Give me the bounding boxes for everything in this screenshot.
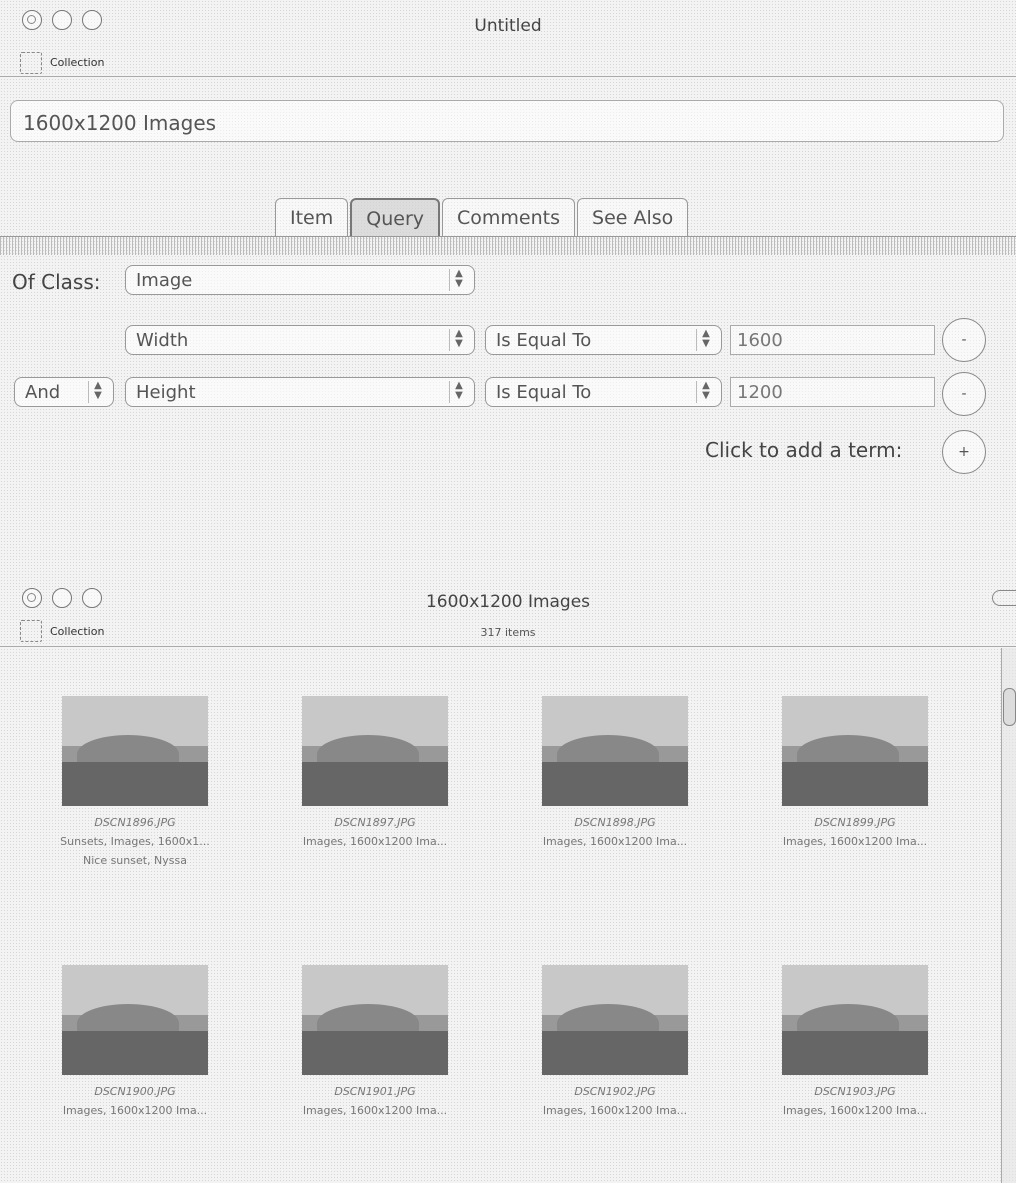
popup-arrows-icon: ▲ ▼ bbox=[88, 381, 107, 403]
connector-popup[interactable]: And ▲ ▼ bbox=[14, 377, 114, 407]
thumbnail-image bbox=[782, 696, 928, 806]
item-filename: DSCN1902.JPG bbox=[574, 1085, 656, 1098]
item-count: 317 items bbox=[480, 626, 536, 639]
divider bbox=[0, 76, 1016, 77]
popup-arrows-icon: ▲ ▼ bbox=[696, 329, 715, 351]
popup-arrows-icon: ▲ ▼ bbox=[449, 381, 468, 403]
popup-arrows-icon: ▲ ▼ bbox=[696, 381, 715, 403]
operator-popup-value: Is Equal To bbox=[496, 382, 592, 403]
collection-name-field[interactable]: 1600x1200 Images bbox=[10, 100, 1004, 142]
title-bar[interactable]: Untitled bbox=[0, 0, 1016, 50]
thumbnail-image bbox=[782, 965, 928, 1075]
grid-item[interactable]: DSCN1902.JPG Images, 1600x1200 Ima... bbox=[515, 965, 715, 1117]
field-popup-width[interactable]: Width ▲ ▼ bbox=[125, 325, 475, 355]
item-filename: DSCN1896.JPG bbox=[94, 816, 176, 829]
item-subtitle: Sunsets, Images, 1600x1... bbox=[60, 835, 210, 848]
window-title: 1600x1200 Images bbox=[425, 592, 591, 612]
item-subtitle: Images, 1600x1200 Ima... bbox=[782, 835, 928, 848]
thumbnail-image bbox=[62, 696, 208, 806]
vertical-scrollbar[interactable] bbox=[1001, 648, 1016, 1183]
toolbar-toggle-button[interactable] bbox=[992, 590, 1016, 606]
item-subtitle: Images, 1600x1200 Ima... bbox=[542, 1104, 688, 1117]
item-filename: DSCN1901.JPG bbox=[334, 1085, 416, 1098]
tab-see-also[interactable]: See Also bbox=[577, 198, 689, 236]
item-subtitle: Images, 1600x1200 Ima... bbox=[782, 1104, 928, 1117]
item-filename: DSCN1898.JPG bbox=[574, 816, 656, 829]
thumbnail-image bbox=[302, 965, 448, 1075]
grid-item[interactable]: DSCN1903.JPG Images, 1600x1200 Ima... bbox=[755, 965, 955, 1117]
grid-item[interactable]: DSCN1896.JPG Sunsets, Images, 1600x1... … bbox=[35, 696, 235, 867]
collection-icon bbox=[20, 52, 42, 74]
popup-arrows-icon: ▲ ▼ bbox=[449, 329, 468, 351]
thumbnail-image bbox=[302, 696, 448, 806]
divider bbox=[0, 646, 1016, 647]
tab-query[interactable]: Query bbox=[350, 198, 441, 236]
field-popup-height[interactable]: Height ▲ ▼ bbox=[125, 377, 475, 407]
thumbnail-image bbox=[542, 965, 688, 1075]
item-grid: DSCN1896.JPG Sunsets, Images, 1600x1... … bbox=[0, 648, 1002, 1183]
item-filename: DSCN1897.JPG bbox=[334, 816, 416, 829]
thumbnail-image bbox=[542, 696, 688, 806]
item-subtitle: Images, 1600x1200 Ima... bbox=[302, 835, 448, 848]
of-class-label: Of Class: bbox=[12, 270, 101, 294]
grid-item[interactable]: DSCN1901.JPG Images, 1600x1200 Ima... bbox=[275, 965, 475, 1117]
item-filename: DSCN1903.JPG bbox=[814, 1085, 896, 1098]
operator-popup-height[interactable]: Is Equal To ▲ ▼ bbox=[485, 377, 722, 407]
item-filename: DSCN1899.JPG bbox=[814, 816, 896, 829]
title-bar[interactable]: 1600x1200 Images bbox=[0, 578, 1016, 628]
add-term-label: Click to add a term: bbox=[705, 438, 903, 462]
operator-popup-width[interactable]: Is Equal To ▲ ▼ bbox=[485, 325, 722, 355]
collection-label: Collection bbox=[50, 56, 105, 69]
collection-window: 1600x1200 Images Collection 317 items DS… bbox=[0, 578, 1016, 1183]
class-popup-value: Image bbox=[136, 270, 193, 291]
grid-item[interactable]: DSCN1897.JPG Images, 1600x1200 Ima... bbox=[275, 696, 475, 848]
class-popup[interactable]: Image ▲ ▼ bbox=[125, 265, 475, 295]
grid-item[interactable]: DSCN1899.JPG Images, 1600x1200 Ima... bbox=[755, 696, 955, 848]
value-field-height[interactable]: 1200 bbox=[730, 377, 935, 407]
query-window: Untitled Collection 1600x1200 Images Ite… bbox=[0, 0, 1016, 545]
remove-term-button[interactable]: - bbox=[942, 318, 986, 362]
item-subtitle: Images, 1600x1200 Ima... bbox=[302, 1104, 448, 1117]
tab-panel-edge bbox=[0, 236, 1016, 255]
grid-item[interactable]: DSCN1900.JPG Images, 1600x1200 Ima... bbox=[35, 965, 235, 1117]
item-filename: DSCN1900.JPG bbox=[94, 1085, 176, 1098]
field-popup-value: Height bbox=[136, 382, 196, 403]
window-title: Untitled bbox=[474, 16, 542, 36]
popup-arrows-icon: ▲ ▼ bbox=[449, 269, 468, 291]
tab-bar: Item Query Comments See Also bbox=[275, 198, 690, 236]
item-subtitle: Images, 1600x1200 Ima... bbox=[62, 1104, 208, 1117]
operator-popup-value: Is Equal To bbox=[496, 330, 592, 351]
tab-item[interactable]: Item bbox=[275, 198, 349, 236]
item-comment: Nice sunset, Nyssa bbox=[82, 854, 188, 867]
scrollbar-thumb[interactable] bbox=[1003, 688, 1016, 726]
connector-popup-value: And bbox=[25, 382, 61, 403]
field-popup-value: Width bbox=[136, 330, 189, 351]
grid-item[interactable]: DSCN1898.JPG Images, 1600x1200 Ima... bbox=[515, 696, 715, 848]
item-subtitle: Images, 1600x1200 Ima... bbox=[542, 835, 688, 848]
add-term-button[interactable]: + bbox=[942, 430, 986, 474]
value-field-width[interactable]: 1600 bbox=[730, 325, 935, 355]
tab-comments[interactable]: Comments bbox=[442, 198, 576, 236]
thumbnail-image bbox=[62, 965, 208, 1075]
remove-term-button[interactable]: - bbox=[942, 372, 986, 416]
